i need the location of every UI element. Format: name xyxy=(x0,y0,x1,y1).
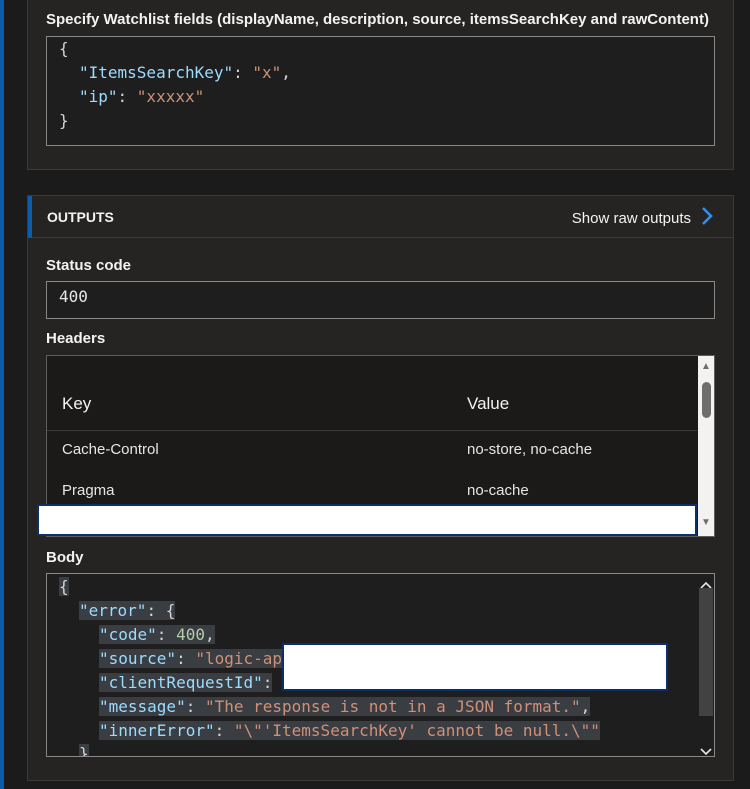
json-sep: : xyxy=(233,63,253,82)
json-sep: : xyxy=(176,649,196,668)
body-scrollbar[interactable] xyxy=(697,574,714,756)
json-brace: } xyxy=(59,111,69,130)
json-comma: , xyxy=(580,697,591,716)
json-sep: : xyxy=(185,697,205,716)
redaction-box xyxy=(282,643,668,691)
body-label: Body xyxy=(46,549,84,566)
json-sep: : xyxy=(262,673,273,692)
json-key: "ItemsSearchKey" xyxy=(79,63,234,82)
json-value: "\"'ItemsSearchKey' cannot be null.\"" xyxy=(233,721,600,740)
json-key: "clientRequestId" xyxy=(99,673,263,692)
json-number: 400 xyxy=(176,625,205,644)
header-row-key: Cache-Control xyxy=(62,441,159,458)
json-value: "The response is not in a JSON format." xyxy=(204,697,581,716)
json-key: "ip" xyxy=(79,87,118,106)
header-row-key: Pragma xyxy=(62,482,115,499)
json-sep: : xyxy=(214,721,234,740)
scrollbar-thumb[interactable] xyxy=(702,382,711,418)
status-code-field[interactable]: 400 xyxy=(46,281,715,319)
json-key: "error" xyxy=(79,601,147,620)
header-row-value: no-store, no-cache xyxy=(467,441,593,458)
show-raw-outputs-label: Show raw outputs xyxy=(571,210,691,227)
json-key: "innerError" xyxy=(99,721,215,740)
json-value: "xxxxx" xyxy=(136,87,205,106)
header-row-divider xyxy=(47,430,697,431)
header-row-value: no-cache xyxy=(467,482,529,499)
status-code-value: 400 xyxy=(59,287,88,306)
json-key: "message" xyxy=(99,697,186,716)
json-comma: , xyxy=(204,625,215,644)
json-key: "code" xyxy=(99,625,157,644)
json-brace: { xyxy=(59,577,69,596)
json-value: "logic-ap xyxy=(195,649,283,668)
json-sep: : xyxy=(156,625,177,644)
json-key: "source" xyxy=(99,649,177,668)
watchlist-fields-editor[interactable]: { "ItemsSearchKey": "x", "ip": "xxxxx" } xyxy=(46,36,715,146)
json-sep: : xyxy=(117,87,137,106)
window-edge xyxy=(0,0,4,789)
show-raw-outputs-button[interactable]: Show raw outputs xyxy=(572,206,713,231)
scroll-up-icon[interactable]: ▲ xyxy=(701,362,711,372)
watchlist-fields-label: Specify Watchlist fields (displayName, d… xyxy=(46,11,709,28)
redaction-box xyxy=(37,504,697,536)
scroll-down-icon[interactable]: ▼ xyxy=(701,518,711,528)
headers-label: Headers xyxy=(46,330,106,347)
chevron-down-icon[interactable] xyxy=(700,742,712,756)
chevron-right-icon xyxy=(701,206,713,231)
outputs-title: OUTPUTS xyxy=(47,209,114,225)
json-brace: } xyxy=(79,744,89,756)
outputs-header: OUTPUTS Show raw outputs xyxy=(28,196,733,238)
headers-column-value: Value xyxy=(467,394,510,413)
headers-scrollbar[interactable]: ▲ ▼ xyxy=(698,356,714,536)
json-value: "x" xyxy=(252,63,282,82)
json-comma: , xyxy=(281,63,291,82)
json-sep: : { xyxy=(146,601,176,620)
json-brace: { xyxy=(59,39,69,58)
headers-column-key: Key xyxy=(62,394,92,413)
outputs-accent-bar xyxy=(28,196,32,238)
scrollbar-thumb[interactable] xyxy=(699,588,713,716)
status-code-label: Status code xyxy=(46,257,132,274)
